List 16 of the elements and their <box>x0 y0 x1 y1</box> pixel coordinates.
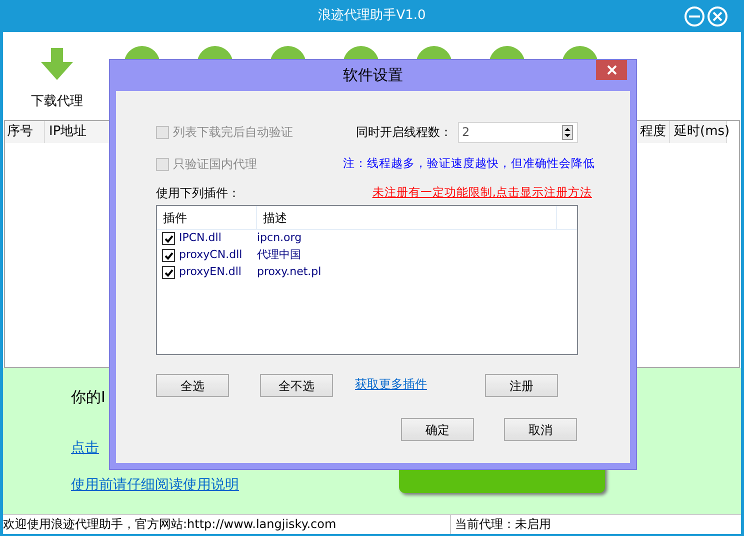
plugin-description: ipcn.org <box>257 230 302 246</box>
window-title: 浪迹代理助手V1.0 <box>318 7 426 26</box>
option-label: 列表下载完后自动验证 <box>173 124 293 141</box>
threads-note: 注：线程越多，验证速度越快，但准确性会降低 <box>343 155 595 172</box>
plugin-name: proxyEN.dll <box>178 264 242 280</box>
proxy-status: 当前代理：未启用 <box>454 516 551 533</box>
option-label: 只验证国内代理 <box>173 156 257 173</box>
threads-label: 同时开启线程数： <box>356 124 452 141</box>
plugin-description: 代理中国 <box>257 247 301 264</box>
plugin-description: proxy.net.pl <box>257 264 322 280</box>
dialog-title: 软件设置 <box>343 65 403 86</box>
plugin-name: IPCN.dll <box>178 230 222 246</box>
plugins-label: 使用下列插件： <box>156 185 240 202</box>
ip-info-text: 你的I <box>71 387 106 408</box>
plugin-name: proxyCN.dll <box>178 247 244 264</box>
status-text: 欢迎使用浪迹代理助手，官方网站:http://www.langjisky.com <box>3 515 451 534</box>
